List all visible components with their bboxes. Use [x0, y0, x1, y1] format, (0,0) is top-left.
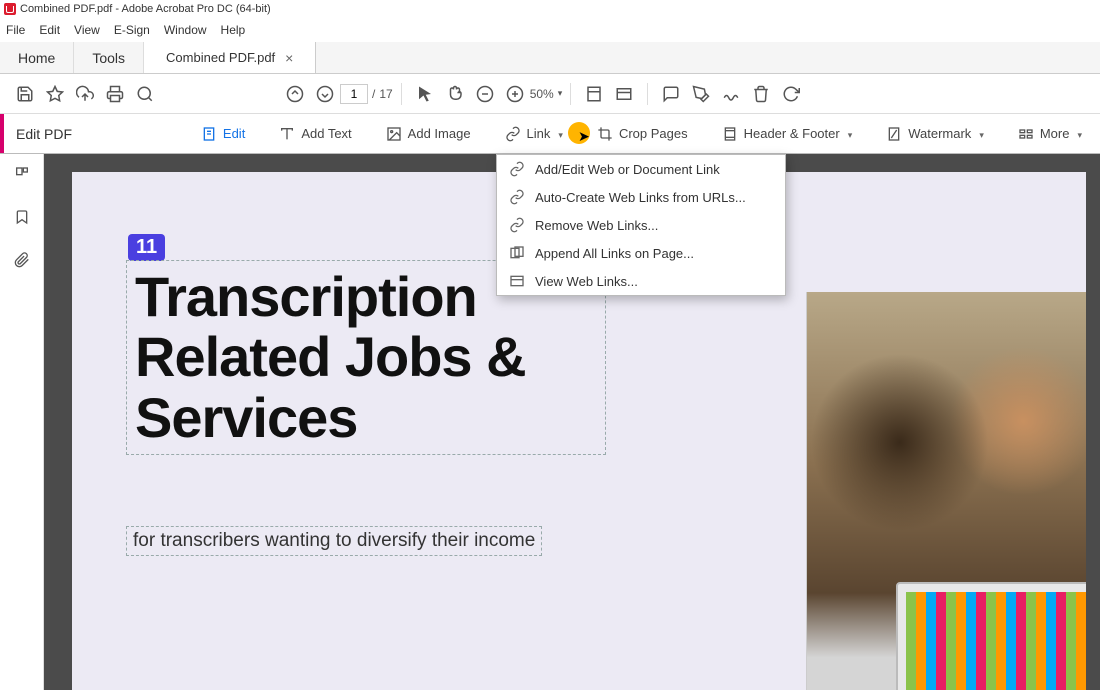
bookmarks-panel-button[interactable]: [14, 209, 30, 228]
document-subheading: for transcribers wanting to diversify th…: [133, 530, 535, 552]
link-icon: [509, 217, 525, 233]
crop-icon: [597, 126, 613, 142]
laptop-graphic: [896, 582, 1086, 690]
zoom-value: 50%: [530, 87, 554, 101]
main-toolbar: / 17 50% ▾: [0, 74, 1100, 114]
dd-label: Remove Web Links...: [535, 218, 658, 233]
page-down-button[interactable]: [310, 79, 340, 109]
window-title: Combined PDF.pdf - Adobe Acrobat Pro DC …: [20, 3, 271, 15]
menu-esign[interactable]: E-Sign: [114, 23, 150, 37]
more-icon: [1018, 126, 1034, 142]
tab-bar: Home Tools Combined PDF.pdf ×: [0, 42, 1100, 74]
caret-down-icon: [1075, 126, 1082, 141]
link-label: Link: [527, 126, 551, 141]
comment-button[interactable]: [656, 79, 686, 109]
edit-button[interactable]: Edit: [195, 122, 251, 146]
zoom-out-button[interactable]: [470, 79, 500, 109]
page-up-button[interactable]: [280, 79, 310, 109]
more-label: More: [1040, 126, 1070, 141]
dd-label: Auto-Create Web Links from URLs...: [535, 190, 746, 205]
selection-tool-button[interactable]: [410, 79, 440, 109]
header-footer-label: Header & Footer: [744, 126, 840, 141]
menu-window[interactable]: Window: [164, 23, 207, 37]
link-icon: [509, 189, 525, 205]
dd-remove-links[interactable]: Remove Web Links...: [497, 211, 785, 239]
edit-pdf-toolbar: Edit PDF Edit Add Text Add Image Link Cr…: [0, 114, 1100, 154]
crop-pages-button[interactable]: Crop Pages: [591, 122, 694, 146]
page-current-input[interactable]: [340, 84, 368, 104]
link-dropdown-button[interactable]: Link: [499, 122, 569, 146]
edit-pdf-title: Edit PDF: [16, 126, 72, 142]
menu-help[interactable]: Help: [221, 23, 246, 37]
text-icon: [279, 126, 295, 142]
menu-edit[interactable]: Edit: [39, 23, 60, 37]
highlight-button[interactable]: [686, 79, 716, 109]
print-button[interactable]: [100, 79, 130, 109]
delete-button[interactable]: [746, 79, 776, 109]
menu-file[interactable]: File: [6, 23, 25, 37]
zoom-level[interactable]: 50% ▾: [530, 87, 563, 101]
tab-tools[interactable]: Tools: [74, 42, 144, 73]
crop-label: Crop Pages: [619, 126, 688, 141]
title-bar: Combined PDF.pdf - Adobe Acrobat Pro DC …: [0, 0, 1100, 18]
caret-down-icon: [556, 126, 563, 141]
dd-label: Add/Edit Web or Document Link: [535, 162, 720, 177]
page-sep: /: [372, 87, 375, 101]
close-tab-button[interactable]: ×: [285, 50, 293, 66]
cloud-upload-button[interactable]: [70, 79, 100, 109]
link-icon: [505, 126, 521, 142]
dd-add-edit-link[interactable]: Add/Edit Web or Document Link: [497, 155, 785, 183]
page-indicator: / 17: [340, 84, 393, 104]
tab-document[interactable]: Combined PDF.pdf ×: [144, 42, 316, 73]
view-icon: [509, 273, 525, 289]
rotate-button[interactable]: [776, 79, 806, 109]
dd-label: Append All Links on Page...: [535, 246, 694, 261]
fit-page-button[interactable]: [579, 79, 609, 109]
link-icon: [509, 161, 525, 177]
sign-button[interactable]: [716, 79, 746, 109]
zoom-in-button[interactable]: [500, 79, 530, 109]
tab-document-label: Combined PDF.pdf: [166, 50, 275, 65]
dd-view-links[interactable]: View Web Links...: [497, 267, 785, 295]
side-nav: [0, 154, 44, 690]
watermark-icon: [886, 126, 902, 142]
page-badge: 11: [128, 234, 165, 261]
header-footer-button[interactable]: Header & Footer: [716, 122, 859, 146]
subheading-block[interactable]: for transcribers wanting to diversify th…: [126, 526, 542, 556]
document-photo: [806, 292, 1086, 690]
caret-down-icon: [846, 126, 853, 141]
add-image-label: Add Image: [408, 126, 471, 141]
more-button[interactable]: More: [1012, 122, 1088, 146]
main-area: 11 Transcription Related Jobs & Services…: [0, 154, 1100, 690]
add-text-label: Add Text: [301, 126, 351, 141]
page-display-button[interactable]: [609, 79, 639, 109]
menu-view[interactable]: View: [74, 23, 100, 37]
caret-down-icon: [977, 126, 984, 141]
acrobat-app-icon: [4, 3, 16, 15]
attachments-panel-button[interactable]: [14, 252, 30, 271]
dd-label: View Web Links...: [535, 274, 638, 289]
dd-auto-create-links[interactable]: Auto-Create Web Links from URLs...: [497, 183, 785, 211]
edit-icon: [201, 126, 217, 142]
thumbnails-panel-button[interactable]: [14, 166, 30, 185]
star-button[interactable]: [40, 79, 70, 109]
add-text-button[interactable]: Add Text: [273, 122, 357, 146]
append-icon: [509, 245, 525, 261]
dd-append-links[interactable]: Append All Links on Page...: [497, 239, 785, 267]
header-footer-icon: [722, 126, 738, 142]
watermark-label: Watermark: [908, 126, 971, 141]
tab-home[interactable]: Home: [0, 42, 74, 73]
menu-bar: File Edit View E-Sign Window Help: [0, 18, 1100, 42]
add-image-button[interactable]: Add Image: [380, 122, 477, 146]
save-button[interactable]: [10, 79, 40, 109]
page-total: 17: [379, 87, 392, 101]
hand-tool-button[interactable]: [440, 79, 470, 109]
link-dropdown-menu: Add/Edit Web or Document Link Auto-Creat…: [496, 154, 786, 296]
watermark-button[interactable]: Watermark: [880, 122, 990, 146]
image-icon: [386, 126, 402, 142]
cursor-icon: ➤: [578, 128, 590, 145]
edit-label: Edit: [223, 126, 245, 141]
find-button[interactable]: [130, 79, 160, 109]
